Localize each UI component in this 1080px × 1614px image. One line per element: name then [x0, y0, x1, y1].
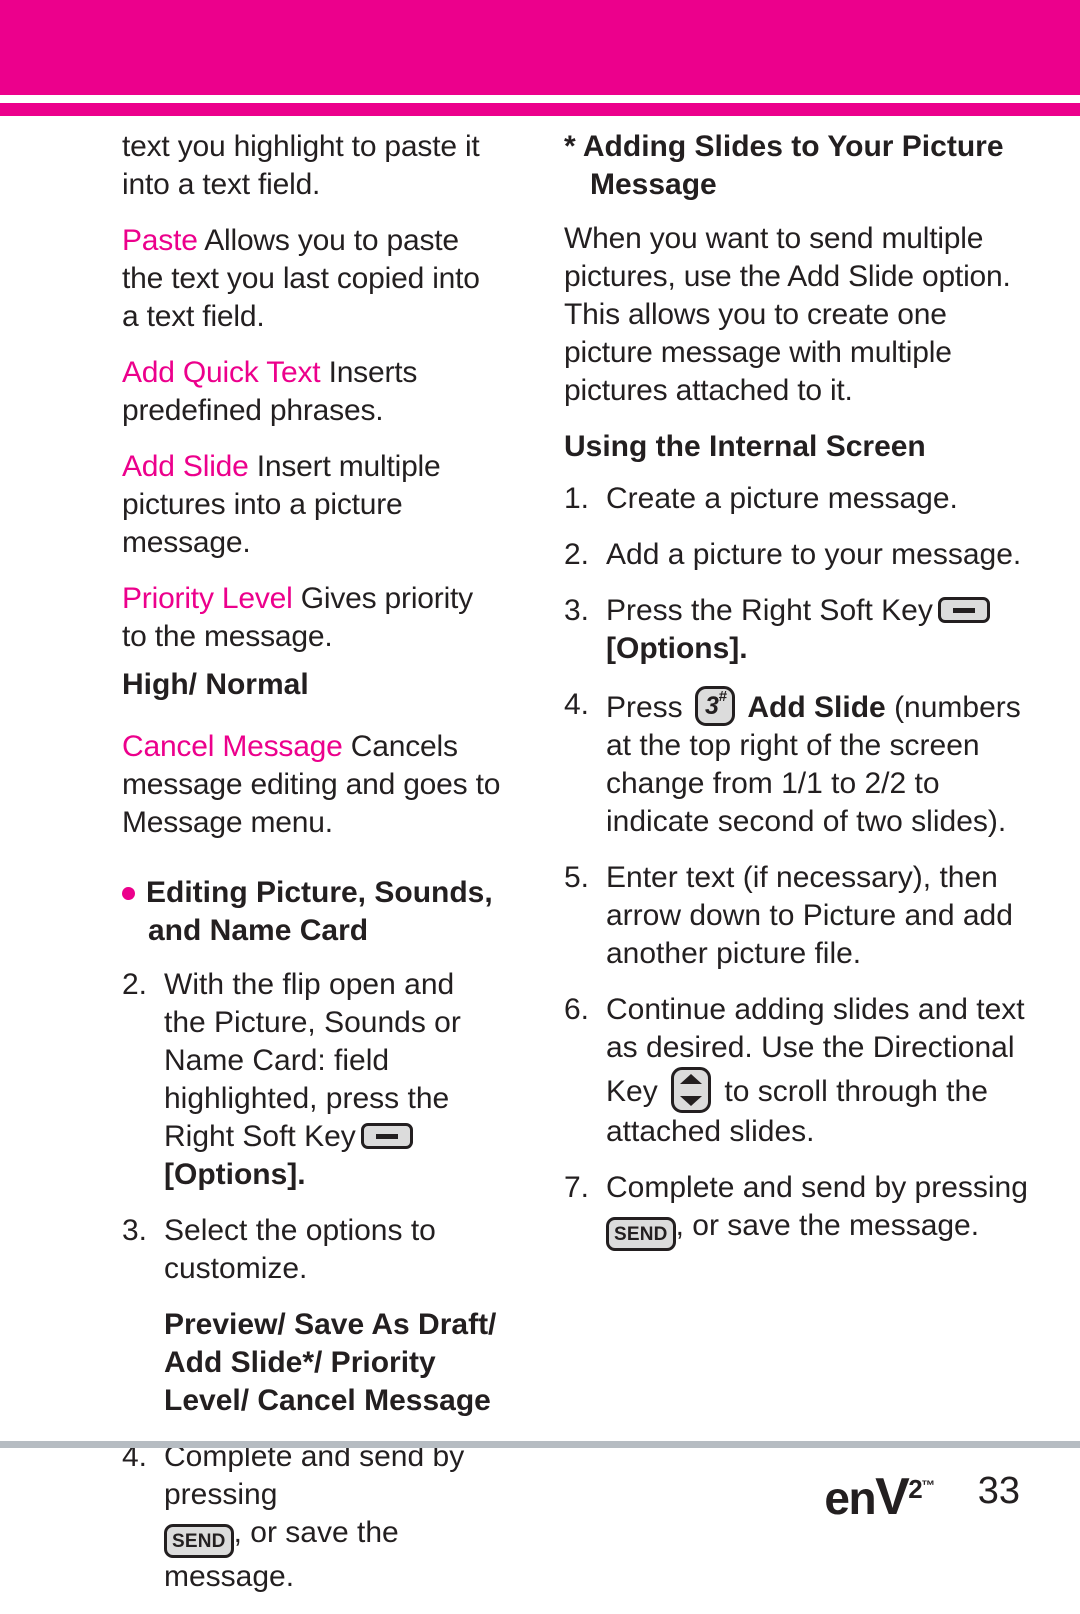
step-text-before-key: Press	[606, 691, 683, 724]
definition-add-quick-text: Add Quick Text Inserts predefined phrase…	[122, 354, 504, 430]
list-item: 2. Add a picture to your message.	[564, 536, 1036, 574]
list-item: 2. With the flip open and the Picture, S…	[122, 966, 504, 1194]
trademark-icon: ™	[921, 1476, 935, 1493]
right-column: * Adding Slides to Your Picture Message …	[520, 128, 1080, 1269]
send-key-icon[interactable]: SEND	[164, 1524, 234, 1558]
step-text-before-key: Complete and send by pressing	[606, 1171, 1028, 1204]
list-item: 7. Complete and send by pressing SEND, or…	[564, 1169, 1036, 1251]
list-item: 1. Create a picture message.	[564, 480, 1036, 518]
list-item: 6. Continue adding slides and text as de…	[564, 991, 1036, 1151]
step-text: Press the Right Soft Key [Options].	[606, 592, 1036, 668]
priority-level-options: High/ Normal	[122, 668, 309, 701]
definition-term: Priority Level	[122, 582, 293, 615]
step-text: Create a picture message.	[606, 482, 958, 515]
bullet-dot-icon	[122, 886, 135, 900]
list-item: 5. Enter text (if necessary), then arrow…	[564, 859, 1036, 973]
brand-en: en	[824, 1471, 876, 1524]
page-footer: enV2™ 33	[0, 1456, 1080, 1526]
step-number: 2.	[122, 968, 148, 1001]
chevron-up-icon	[680, 1074, 703, 1084]
step-text-before-key: Press the Right Soft Key	[606, 594, 933, 627]
step-text-after-key: , or save the message.	[675, 1209, 980, 1242]
step-number: 4.	[564, 688, 590, 721]
page-body: text you highlight to paste it into a te…	[0, 128, 1080, 1593]
section-heading-editing: Editing Picture, Sounds, and Name Card	[122, 874, 504, 950]
top-banner	[0, 0, 1080, 95]
left-steps-list: 2. With the flip open and the Picture, S…	[122, 966, 504, 1288]
definition-term: Add Slide	[122, 450, 249, 483]
step-text: Select the options to customize.	[164, 1214, 436, 1285]
footer-divider	[0, 1441, 1080, 1448]
env2-brand-logo: enV2™	[824, 1462, 935, 1524]
brand-v: V	[875, 1467, 910, 1526]
list-item: 4. Press 3 # Add Slide (numbers at the to…	[564, 686, 1036, 841]
number-3-key-hash: #	[718, 688, 728, 705]
step-text: Enter text (if necessary), then arrow do…	[606, 861, 1013, 970]
top-accent-rule	[0, 103, 1080, 116]
right-soft-key-icon[interactable]	[360, 1123, 413, 1149]
list-item: 3. Select the options to customize.	[122, 1212, 504, 1288]
step-text: Continue adding slides and text as desir…	[606, 991, 1036, 1151]
step-number: 3.	[564, 594, 590, 627]
step-text: Complete and send by pressing SEND, or sa…	[606, 1169, 1036, 1251]
continued-paragraph: text you highlight to paste it into a te…	[122, 130, 480, 201]
list-item: 3. Press the Right Soft Key [Options].	[564, 592, 1036, 668]
step-number: 5.	[564, 861, 590, 894]
step-text: With the flip open and the Picture, Soun…	[164, 966, 504, 1194]
options-list-block: Preview/ Save As Draft/ Add Slide*/ Prio…	[122, 1306, 504, 1420]
number-3-key-digit: 3	[705, 692, 719, 720]
left-column: text you highlight to paste it into a te…	[0, 128, 520, 1614]
definition-priority-level: Priority Level Gives priority to the mes…	[122, 580, 504, 656]
step-number: 7.	[564, 1171, 590, 1204]
directional-key-icon[interactable]	[671, 1067, 712, 1113]
section-heading-label: Editing Picture, Sounds, and Name Card	[146, 876, 493, 947]
intro-paragraph: When you want to send multiple pictures,…	[564, 222, 1011, 407]
step-number: 3.	[122, 1214, 148, 1247]
chevron-down-icon	[680, 1096, 703, 1106]
definition-term: Cancel Message	[122, 730, 343, 763]
right-soft-key-icon[interactable]	[937, 597, 990, 623]
right-steps-list: 1. Create a picture message. 2. Add a pi…	[564, 480, 1036, 1251]
step-text-before-key: With the flip open and the Picture, Soun…	[164, 968, 461, 1153]
page-number: 33	[977, 1470, 1020, 1512]
step-text-after-key: [Options].	[606, 632, 748, 665]
number-3-key-icon[interactable]: 3 #	[695, 686, 736, 726]
send-key-icon[interactable]: SEND	[606, 1217, 676, 1251]
step-text-after-key: to scroll through the attached slides.	[606, 1075, 988, 1148]
step-number: 1.	[564, 482, 590, 515]
step-text: Add a picture to your message.	[606, 538, 1022, 571]
definition-term: Add Quick Text	[122, 356, 321, 389]
step-text: Press 3 # Add Slide (numbers at the top r…	[606, 686, 1036, 841]
options-list-label: Preview/ Save As Draft/ Add Slide*/ Prio…	[164, 1308, 497, 1417]
step-bold-term: Add Slide	[747, 691, 886, 724]
step-number: 6.	[564, 993, 590, 1026]
sub-heading-internal-screen: Using the Internal Screen	[564, 430, 926, 463]
step-text-after-key: [Options].	[164, 1158, 306, 1191]
step-number: 2.	[564, 538, 590, 571]
definition-add-slide: Add Slide Insert multiple pictures into …	[122, 448, 504, 562]
definition-cancel-message: Cancel Message Cancels message editing a…	[122, 728, 504, 842]
brand-superscript: 2	[908, 1473, 922, 1504]
definition-term: Paste	[122, 224, 198, 257]
starred-heading: * Adding Slides to Your Picture Message	[564, 130, 1004, 201]
definition-paste: Paste Allows you to paste the text you l…	[122, 222, 504, 336]
